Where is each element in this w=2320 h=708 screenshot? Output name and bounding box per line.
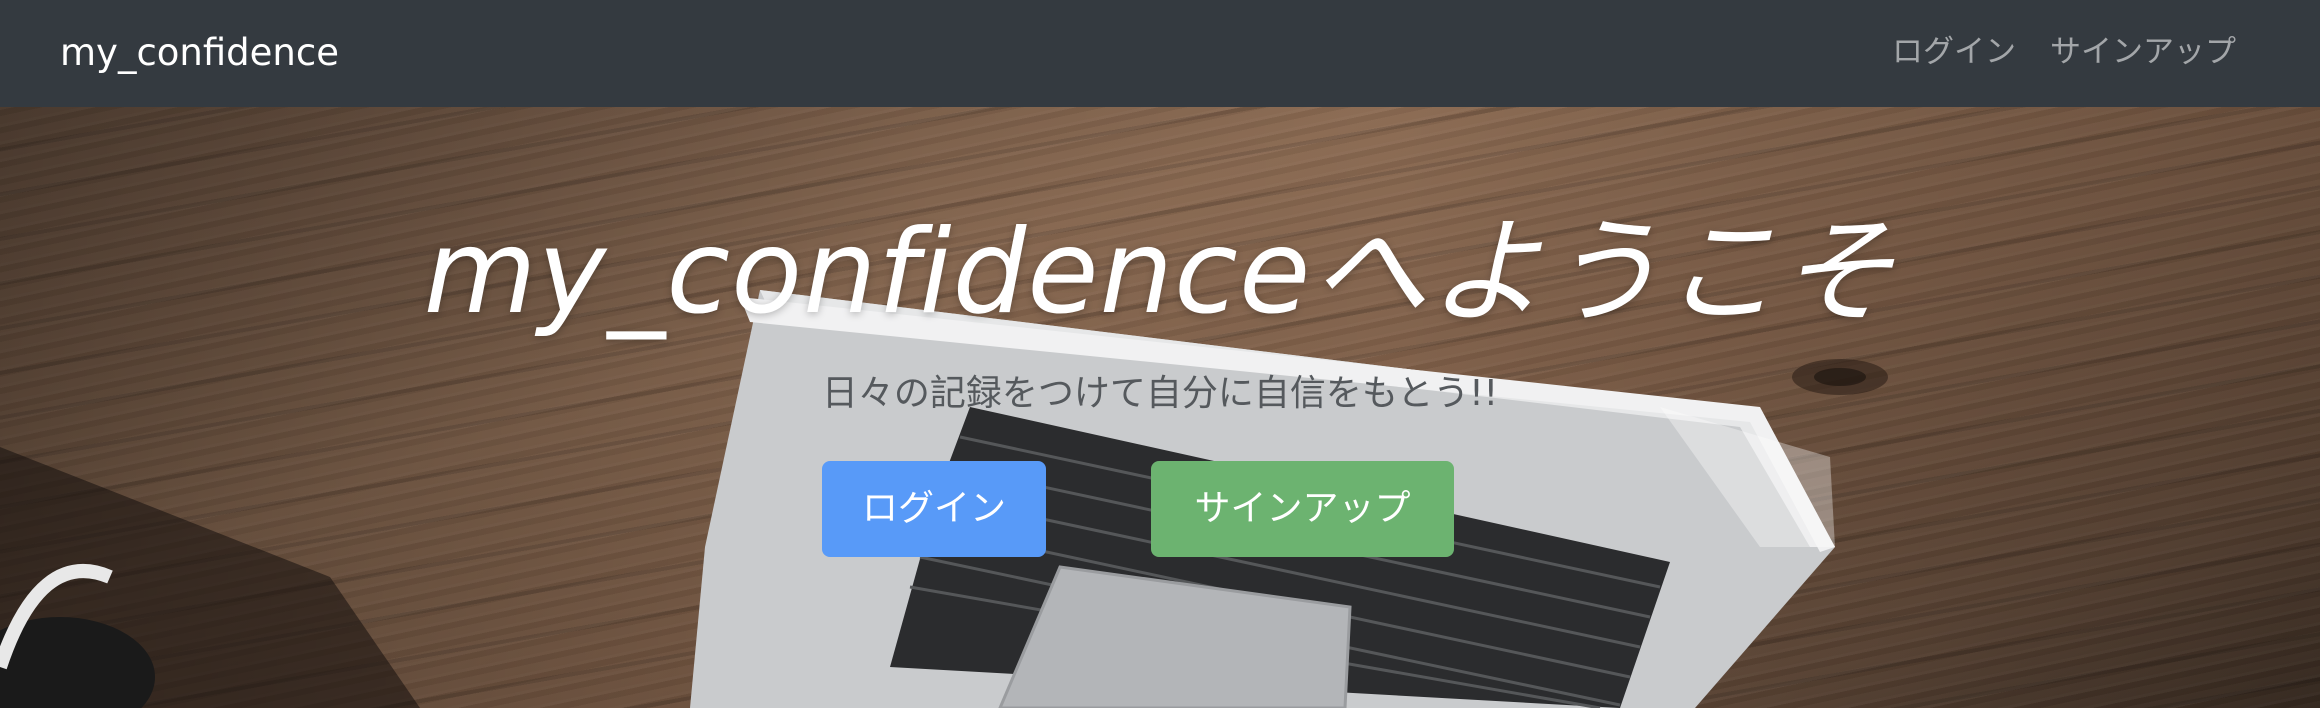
hero-subtitle: 日々の記録をつけて自分に自信をもとう!! <box>821 373 1499 414</box>
hero-section: my_confidenceへようこそ 日々の記録をつけて自分に自信をもとう!! … <box>0 107 2320 708</box>
signup-button[interactable]: サインアップ <box>1151 461 1454 557</box>
nav-link-login[interactable]: ログイン <box>1892 28 2016 76</box>
navbar-brand[interactable]: my_confidence <box>60 28 339 78</box>
page: my_confidence ログイン サインアップ my_confidenceへ… <box>0 0 2320 708</box>
hero-content: my_confidenceへようこそ 日々の記録をつけて自分に自信をもとう!! … <box>0 107 2320 708</box>
navbar: my_confidence ログイン サインアップ <box>0 0 2320 107</box>
nav-link-signup[interactable]: サインアップ <box>2050 28 2236 76</box>
hero-title: my_confidenceへようこそ <box>423 205 1897 340</box>
login-button[interactable]: ログイン <box>822 461 1046 557</box>
navbar-links: ログイン サインアップ <box>1892 28 2236 76</box>
